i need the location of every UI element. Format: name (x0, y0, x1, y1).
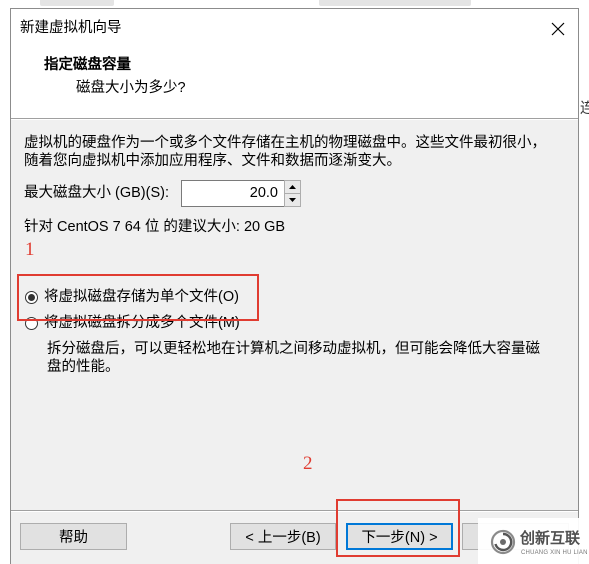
recommended-size-text: 针对 CentOS 7 64 位 的建议大小: 20 GB (24, 219, 286, 235)
page-title: 指定磁盘容量 (44, 57, 131, 73)
background-window-fragment: 连 (579, 99, 589, 119)
button-area-divider-highlight (11, 511, 578, 512)
watermark-text: 创新互联 (520, 530, 581, 547)
annotation-marker-1: 1 (25, 239, 35, 260)
annotation-marker-2: 2 (303, 453, 313, 474)
split-description-line: 拆分磁盘后，可以更轻松地在计算机之间移动虚拟机，但可能会降低大容量磁 (47, 341, 540, 357)
watermark: 创新互联 CHUANG XIN HU LIAN (478, 518, 589, 564)
split-description-line: 盘的性能。 (47, 359, 120, 375)
background-partial-text: 连 (580, 101, 589, 117)
background-tab (40, 0, 114, 6)
window-title: 新建虚拟机向导 (20, 20, 122, 36)
watermark-logo-icon (490, 529, 516, 555)
radio-single-file-label[interactable]: 将虚拟磁盘存储为单个文件(O) (44, 288, 239, 306)
header-divider (11, 119, 578, 120)
spinner-down-icon (289, 198, 296, 202)
spinner-down-button[interactable] (284, 193, 301, 207)
help-button-label: 帮助 (59, 530, 88, 546)
intro-text: 虚拟机的硬盘作为一个或多个文件存储在主机的物理磁盘中。这些文件最初很小， 随着您… (24, 134, 546, 170)
split-description: 拆分磁盘后，可以更轻松地在计算机之间移动虚拟机，但可能会降低大容量磁 盘的性能。 (47, 340, 540, 376)
watermark-subtext: CHUANG XIN HU LIAN (521, 550, 587, 556)
close-icon (551, 22, 565, 35)
back-button[interactable]: < 上一步(B) (230, 523, 336, 550)
radio-selected-dot (28, 294, 35, 301)
max-disk-size-spinner[interactable] (284, 180, 301, 207)
max-disk-size-label: 最大磁盘大小 (GB)(S): (24, 185, 169, 201)
help-button[interactable]: 帮助 (20, 523, 127, 550)
spinner-up-icon (289, 185, 296, 189)
wizard-header: 指定磁盘容量 磁盘大小为多少? (11, 48, 578, 119)
next-button[interactable]: 下一步(N) > (346, 523, 453, 550)
intro-line: 虚拟机的硬盘作为一个或多个文件存储在主机的物理磁盘中。这些文件最初很小， (24, 135, 546, 151)
background-tab (319, 0, 471, 6)
radio-split-files-label[interactable]: 将虚拟磁盘拆分成多个文件(M) (44, 314, 240, 332)
page-subtitle: 磁盘大小为多少? (76, 80, 186, 96)
new-vm-wizard-dialog: 新建虚拟机向导 指定磁盘容量 磁盘大小为多少? 虚拟机的硬盘作为一个或多个文件存… (10, 8, 579, 564)
close-button[interactable] (538, 9, 578, 48)
intro-line: 随着您向虚拟机中添加应用程序、文件和数据而逐渐变大。 (24, 153, 401, 169)
max-disk-size-value: 20.0 (249, 185, 278, 201)
radio-split-files[interactable] (25, 317, 38, 330)
next-button-label: 下一步(N) > (361, 530, 438, 546)
max-disk-size-input[interactable]: 20.0 (181, 180, 285, 207)
spinner-up-button[interactable] (284, 180, 301, 194)
back-button-label: < 上一步(B) (245, 530, 321, 546)
title-bar[interactable]: 新建虚拟机向导 (11, 9, 578, 48)
radio-single-file[interactable] (25, 291, 38, 304)
